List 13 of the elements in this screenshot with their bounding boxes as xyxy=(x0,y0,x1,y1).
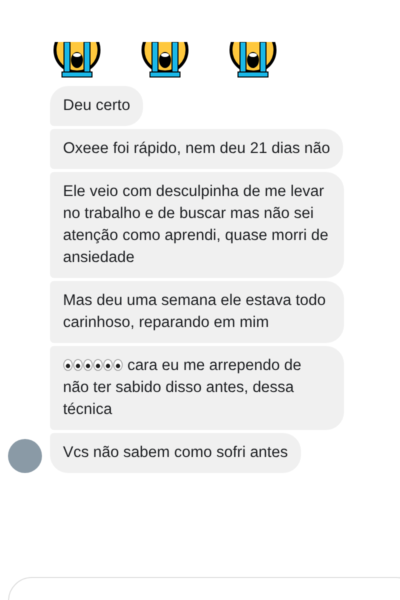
message-bubble: Oxeee foi rápido, nem deu 21 dias não xyxy=(50,129,344,169)
crying-face-icon xyxy=(52,42,102,80)
message-bubble: Mas deu uma semana ele estava todo carinhoso, reparando em mim xyxy=(50,281,344,343)
message-bubble: cara eu me arrependo de não ter sabido disso antes, dessa técnica xyxy=(50,346,344,430)
avatar xyxy=(8,439,42,473)
eyes-icon xyxy=(63,359,83,371)
eyes-icon xyxy=(103,359,123,371)
message-bubble: Ele veio com desculpinha de me levar no trabalho e de buscar mas não sei atenção como aprendi, quase morri de ansiedade xyxy=(50,172,344,278)
crying-face-icon xyxy=(140,42,190,80)
crying-face-icon xyxy=(228,42,278,80)
message-bubble: Deu certo xyxy=(50,86,144,126)
message-bubble: Vcs não sabem como sofri antes xyxy=(50,433,301,473)
eyes-icon xyxy=(83,359,103,371)
